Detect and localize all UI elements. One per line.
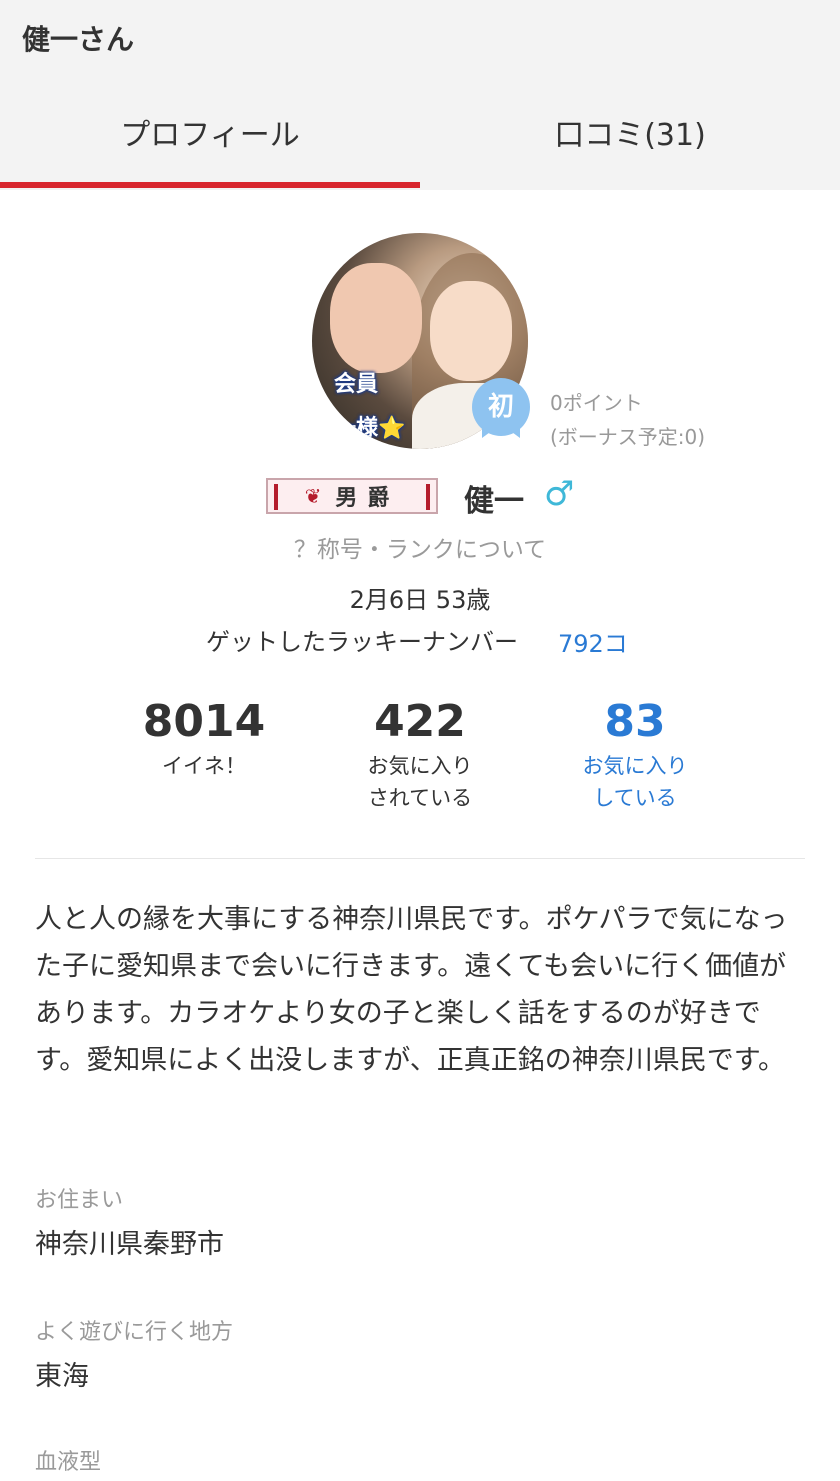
birthday-age: 2月6日 53歳 <box>349 586 491 614</box>
divider <box>35 858 805 859</box>
rank-title: 男爵 <box>335 485 400 511</box>
rank-info-link[interactable]: ？称号・ランクについて <box>0 530 840 564</box>
likes-count: 8014 <box>142 696 266 747</box>
area-value: 東海 <box>35 1361 89 1392</box>
user-name: 健一 <box>464 484 524 519</box>
lucky-number-count[interactable]: 792コ <box>558 624 628 659</box>
bonus-text: (ボーナス予定:0) <box>550 425 706 449</box>
tab-reviews[interactable]: 口コミ(31) <box>420 110 840 154</box>
avatar-overlay-text: 会員 一様⭐ <box>334 372 406 441</box>
area-label: よく遊びに行く地方 <box>35 1320 234 1345</box>
residence-value: 神奈川県秦野市 <box>35 1229 224 1260</box>
active-tab-indicator <box>0 182 420 188</box>
residence-label: お住まい <box>35 1188 124 1213</box>
page-title: 健一さん <box>22 23 135 56</box>
rank-plate: ❦ 男爵 <box>266 478 438 514</box>
stat-likes: 8014 イイネ！ <box>104 694 304 782</box>
top-bar: 健一さん プロフィール 口コミ(31) <box>0 0 840 190</box>
likes-label: イイネ！ <box>162 754 246 778</box>
beginner-badge-icon: 初 <box>472 378 530 456</box>
rank-emblem-icon: ❦ <box>304 484 322 508</box>
tab-profile[interactable]: プロフィール <box>0 110 420 154</box>
stat-favoriting[interactable]: 83 お気に入り している <box>535 694 735 814</box>
stat-favorited-by[interactable]: 422 お気に入り されている <box>320 694 520 814</box>
blood-type-label: 血液型 <box>35 1450 102 1475</box>
favoriting-count: 83 <box>604 696 666 747</box>
lucky-number-label: ゲットしたラッキーナンバー <box>206 628 518 656</box>
male-icon: ♂ <box>544 474 575 514</box>
favorited-by-count: 422 <box>374 696 466 747</box>
points-text: 0ポイント <box>550 391 643 415</box>
points-info: 0ポイント (ボーナス予定:0) <box>550 386 705 454</box>
bio-text: 人と人の縁を大事にする神奈川県民です。ポケパラで気になった子に愛知県まで会いに行… <box>35 904 788 1076</box>
